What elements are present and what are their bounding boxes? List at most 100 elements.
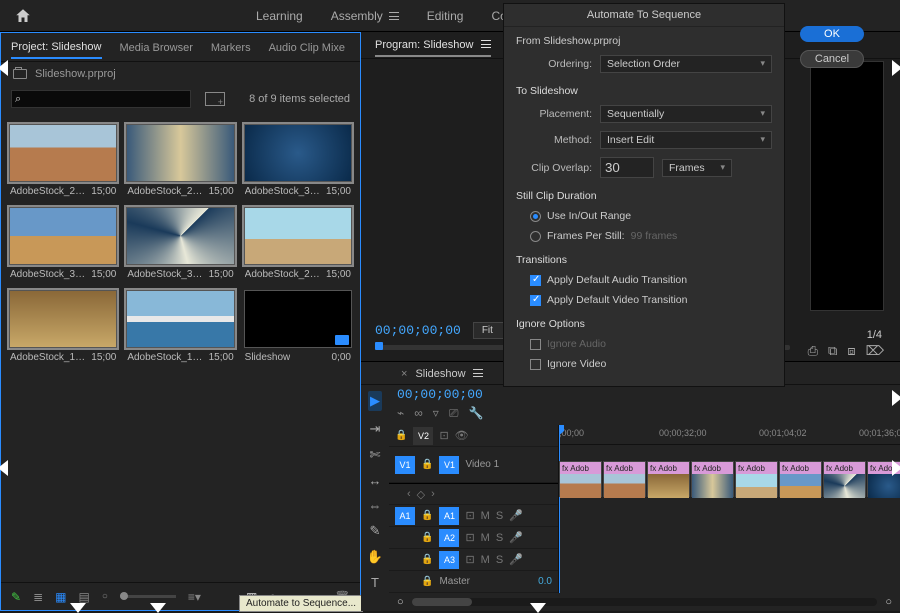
clip-name: AdobeStock_320408... bbox=[127, 269, 205, 280]
media-thumb[interactable] bbox=[126, 207, 234, 265]
zoom-out-icon[interactable]: ○ bbox=[102, 591, 108, 602]
media-thumb[interactable] bbox=[126, 124, 234, 182]
home-icon[interactable] bbox=[14, 7, 32, 25]
lock-icon[interactable]: 🔒 bbox=[421, 554, 433, 565]
playhead-line[interactable] bbox=[559, 425, 560, 593]
zoom-bar[interactable] bbox=[412, 598, 878, 606]
clip-name: AdobeStock_138362... bbox=[10, 352, 88, 363]
linked-selection-icon[interactable]: ∞ bbox=[414, 406, 423, 421]
ordering-select[interactable]: Selection Order bbox=[600, 55, 772, 73]
panel-tab-media-browser[interactable]: Media Browser bbox=[120, 42, 193, 54]
toggle-output-icon[interactable]: ⊡ bbox=[439, 429, 448, 442]
bin-icon[interactable] bbox=[13, 69, 27, 79]
tab-assembly[interactable]: Assembly bbox=[331, 9, 399, 23]
snap-icon[interactable]: ⌁ bbox=[397, 406, 404, 421]
v1-source[interactable]: V1 bbox=[395, 456, 415, 474]
media-thumb[interactable] bbox=[9, 124, 117, 182]
fx-badge-icon: fx bbox=[826, 464, 832, 473]
default-audio-transition-check[interactable]: Apply Default Audio Transition bbox=[516, 274, 772, 286]
overlap-input[interactable] bbox=[600, 157, 654, 178]
placement-select[interactable]: Sequentially bbox=[600, 105, 772, 123]
panel-tab-markers[interactable]: Markers bbox=[211, 42, 251, 54]
voice-icon[interactable]: 🎤 bbox=[509, 509, 523, 522]
use-in-out-radio[interactable]: Use In/Out Range bbox=[516, 210, 772, 222]
media-thumb[interactable] bbox=[244, 207, 352, 265]
insert-icon[interactable]: ⧉ bbox=[828, 343, 837, 359]
new-bin-icon[interactable] bbox=[205, 92, 225, 106]
overlap-unit-select[interactable]: Frames bbox=[662, 159, 732, 177]
ripple-edit-tool-icon[interactable]: ✄ bbox=[370, 447, 381, 463]
sort-icon[interactable]: ≡▾ bbox=[188, 590, 201, 604]
lift-icon[interactable]: ⌦ bbox=[866, 343, 884, 359]
close-seq-icon[interactable]: × bbox=[401, 368, 407, 380]
selection-tool-icon[interactable]: ▶ bbox=[368, 391, 382, 411]
settings-icon[interactable]: ⎚ bbox=[449, 406, 459, 421]
selection-status: 8 of 9 items selected bbox=[249, 93, 350, 105]
playhead-icon[interactable] bbox=[375, 342, 383, 350]
a1-source[interactable]: A1 bbox=[395, 507, 415, 525]
timeline-clip[interactable]: fxAdob bbox=[691, 461, 734, 497]
lock-icon[interactable]: 🔒 bbox=[421, 510, 433, 521]
freeform-view-icon[interactable]: ▤ bbox=[78, 590, 89, 604]
a2-target[interactable]: A2 bbox=[439, 529, 459, 547]
pen-tool-icon[interactable]: ✎ bbox=[370, 523, 381, 539]
zoom-in-icon[interactable]: ○ bbox=[885, 596, 892, 608]
cancel-button[interactable]: Cancel bbox=[800, 50, 864, 68]
program-tab[interactable]: Program: Slideshow bbox=[375, 39, 491, 57]
program-preview[interactable] bbox=[810, 61, 884, 311]
list-view-icon[interactable]: ≣ bbox=[33, 590, 43, 604]
slip-tool-icon[interactable]: ⇔ bbox=[369, 498, 382, 513]
v2-target[interactable]: V2 bbox=[413, 427, 433, 445]
toggle-eye-icon[interactable]: 👁 bbox=[455, 429, 469, 442]
clip-duration: 15;00 bbox=[326, 186, 351, 197]
timeline-clip[interactable]: fxAdob bbox=[735, 461, 778, 497]
type-tool-icon[interactable]: T bbox=[371, 575, 379, 590]
thumbnail-size-slider[interactable] bbox=[120, 595, 176, 598]
media-thumb[interactable] bbox=[9, 290, 117, 348]
overwrite-icon[interactable]: ⧈ bbox=[847, 343, 855, 359]
media-thumb[interactable] bbox=[244, 124, 352, 182]
lock-icon[interactable]: 🔒 bbox=[395, 430, 407, 441]
lock-icon[interactable]: 🔒 bbox=[421, 459, 433, 470]
search-input[interactable] bbox=[11, 90, 191, 108]
marker-icon[interactable]: ▿ bbox=[433, 406, 439, 421]
timeline-tracks[interactable]: ;00;0000;00;32;0000;01;04;0200;01;36;02 … bbox=[559, 425, 900, 593]
tab-learning[interactable]: Learning bbox=[256, 9, 303, 23]
a3-target[interactable]: A3 bbox=[439, 551, 459, 569]
time-ruler[interactable]: ;00;0000;00;32;0000;01;04;0200;01;36;02 bbox=[559, 425, 900, 445]
media-thumb[interactable] bbox=[9, 207, 117, 265]
wrench-icon[interactable]: 🔧 bbox=[468, 406, 483, 421]
program-timecode[interactable]: 00;00;00;00 bbox=[375, 323, 461, 338]
frames-per-still-radio[interactable]: Frames Per Still:99 frames bbox=[516, 230, 772, 242]
panel-tab-project[interactable]: Project: Slideshow bbox=[11, 41, 102, 59]
lock-icon[interactable]: 🔒 bbox=[421, 532, 433, 543]
method-select[interactable]: Insert Edit bbox=[600, 131, 772, 149]
track-select-tool-icon[interactable]: ⇥ bbox=[370, 421, 381, 437]
zoom-out-icon[interactable]: ○ bbox=[397, 596, 404, 608]
hand-tool-icon[interactable]: ✋ bbox=[367, 549, 383, 565]
export-frame-icon[interactable]: ⎙ bbox=[808, 343, 818, 359]
panel-tab-audio-mixer[interactable]: Audio Clip Mixe bbox=[269, 42, 345, 54]
timeline-clip[interactable]: fxAdob bbox=[647, 461, 690, 497]
clip-name: AdobeStock_234356... bbox=[10, 186, 88, 197]
timeline-clip[interactable]: fxAdob bbox=[559, 461, 602, 497]
media-thumb[interactable] bbox=[244, 290, 352, 348]
tab-editing[interactable]: Editing bbox=[427, 9, 464, 23]
timeline-clip[interactable]: fxAdob bbox=[823, 461, 866, 497]
rolling-edit-tool-icon[interactable]: ↔ bbox=[369, 473, 382, 488]
write-toggle-icon[interactable]: ✎ bbox=[11, 590, 21, 604]
timeline-timecode[interactable]: 00;00;00;00 bbox=[397, 387, 483, 402]
icon-view-icon[interactable]: ▦ bbox=[55, 590, 66, 604]
a1-target[interactable]: A1 bbox=[439, 507, 459, 525]
fx-badge-icon: fx bbox=[650, 464, 656, 473]
toggle-output-icon[interactable]: ⊡ bbox=[465, 509, 474, 522]
default-video-transition-check[interactable]: Apply Default Video Transition bbox=[516, 294, 772, 306]
ok-button[interactable]: OK bbox=[800, 26, 864, 42]
master-level[interactable]: 0.0 bbox=[538, 576, 552, 587]
sequence-tab[interactable]: Slideshow bbox=[415, 368, 482, 380]
media-thumb[interactable] bbox=[126, 290, 234, 348]
ignore-video-check[interactable]: Ignore Video bbox=[516, 358, 772, 370]
v1-target[interactable]: V1 bbox=[439, 456, 459, 474]
timeline-clip[interactable]: fxAdob bbox=[603, 461, 646, 497]
timeline-clip[interactable]: fxAdob bbox=[779, 461, 822, 497]
